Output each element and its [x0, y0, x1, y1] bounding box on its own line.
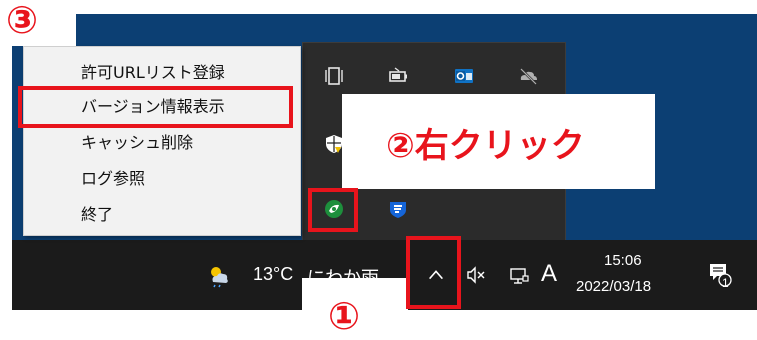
- battery-icon[interactable]: [383, 61, 413, 91]
- notification-icon[interactable]: 1: [702, 256, 738, 292]
- tablet-mode-icon[interactable]: [319, 61, 349, 91]
- clock-time[interactable]: 15:06: [604, 252, 642, 269]
- weather-temp[interactable]: 13°C: [253, 264, 293, 285]
- annotation-step2: ②右クリック: [386, 126, 585, 166]
- menu-item-clear-cache[interactable]: キャッシュ削除: [24, 125, 300, 161]
- outlook-icon[interactable]: [449, 61, 479, 91]
- notification-count: 1: [722, 276, 729, 290]
- network-icon[interactable]: [504, 258, 534, 292]
- menu-item-exit[interactable]: 終了: [24, 197, 300, 233]
- menu-item-view-log[interactable]: ログ参照: [24, 161, 300, 197]
- highlight-green-app-icon: [308, 188, 358, 232]
- highlight-show-hidden-icons: [406, 236, 461, 309]
- speaker-muted-icon[interactable]: [461, 258, 491, 292]
- clock-date[interactable]: 2022/03/18: [576, 278, 651, 295]
- ime-indicator[interactable]: A: [541, 260, 557, 288]
- annotation-step3: ③: [6, 0, 39, 42]
- weather-icon[interactable]: [202, 258, 236, 292]
- context-menu: 許可URLリスト登録 バージョン情報表示 キャッシュ削除 ログ参照 終了: [23, 46, 301, 236]
- highlight-version-info: [18, 86, 293, 128]
- onedrive-offline-icon[interactable]: [513, 61, 543, 91]
- blue-shield-app-icon[interactable]: [383, 194, 413, 224]
- annotation-step1: ①: [328, 294, 361, 338]
